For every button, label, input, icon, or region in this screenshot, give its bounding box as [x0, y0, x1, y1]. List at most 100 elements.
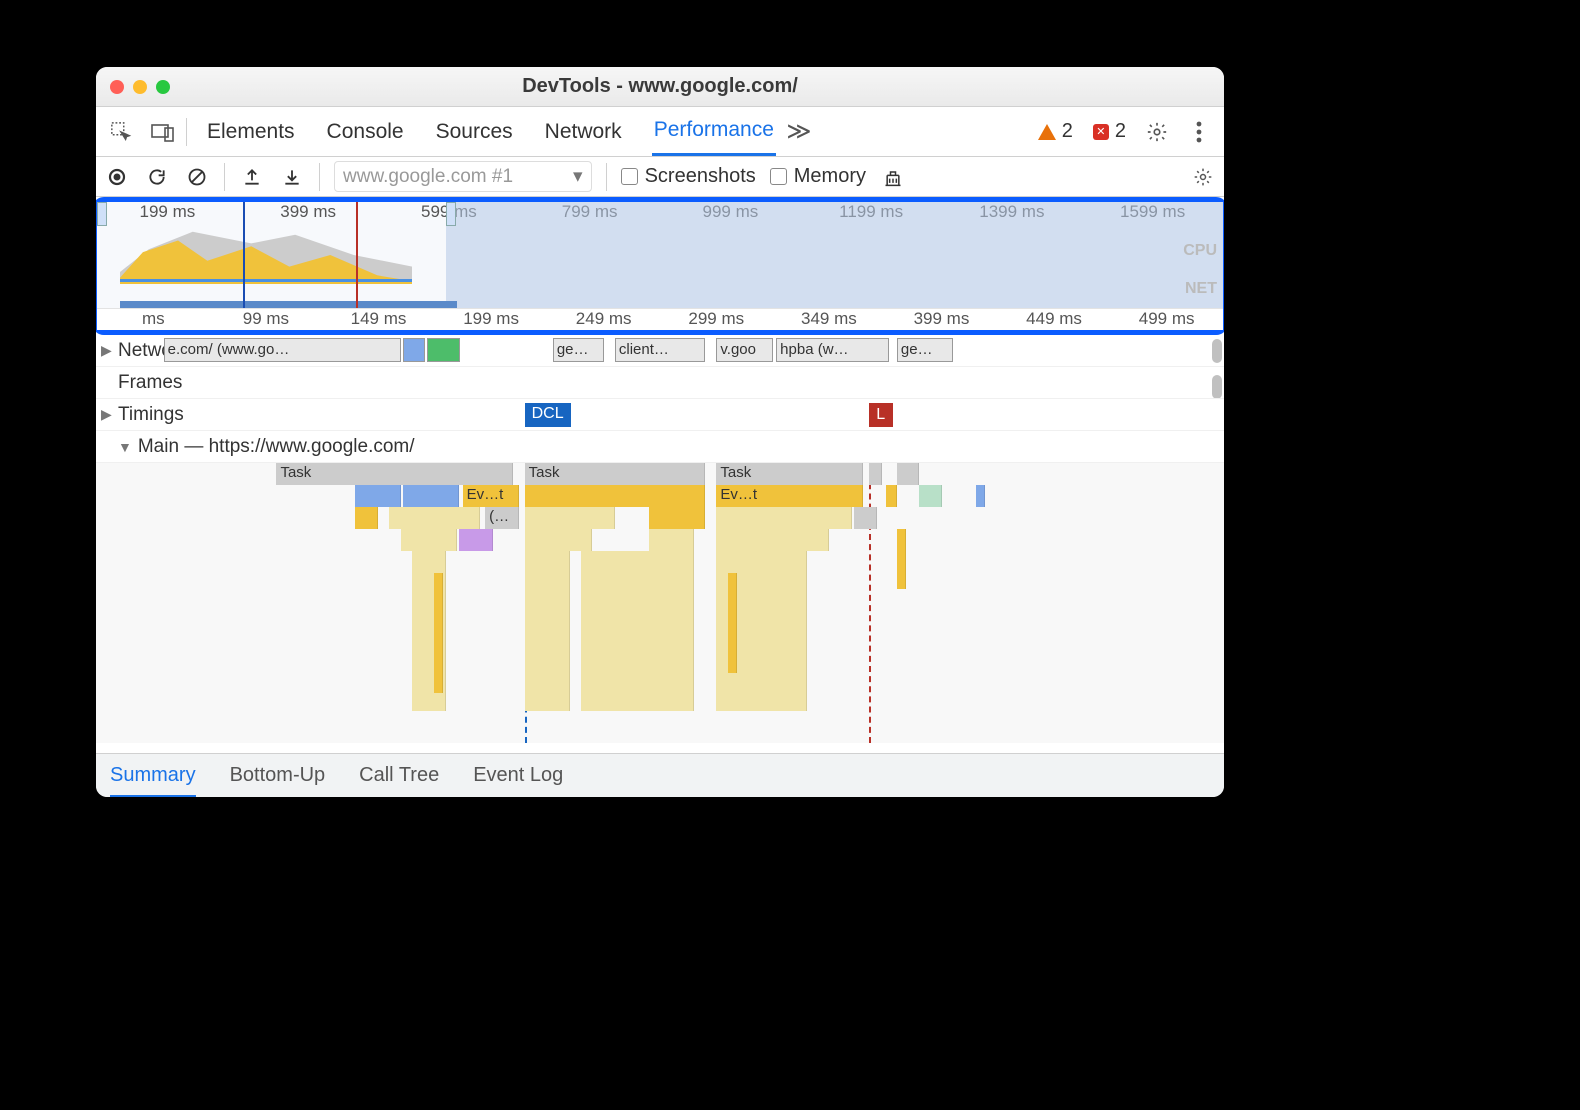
screenshots-checkbox[interactable]: Screenshots: [621, 165, 756, 188]
flame-bar[interactable]: [401, 529, 457, 551]
tab-network[interactable]: Network: [543, 107, 624, 156]
flame-task[interactable]: Task: [716, 463, 863, 485]
flame-bar[interactable]: [525, 507, 615, 529]
frames-track-header[interactable]: Frames: [96, 367, 1224, 399]
separator: [319, 163, 320, 191]
overview-right-handle[interactable]: [446, 202, 456, 226]
flame-bar[interactable]: [649, 507, 705, 529]
capture-settings-gear-icon[interactable]: [1190, 164, 1216, 190]
tab-elements[interactable]: Elements: [205, 107, 297, 156]
zoom-window-button[interactable]: [156, 80, 170, 94]
settings-gear-icon[interactable]: [1138, 113, 1176, 151]
flame-bar[interactable]: [716, 529, 829, 551]
main-label: Main — https://www.google.com/: [138, 436, 415, 458]
timings-track-header[interactable]: ▶ Timings DCL L: [96, 399, 1224, 431]
memory-checkbox[interactable]: Memory: [770, 165, 866, 188]
network-request-bar[interactable]: ge…: [897, 338, 953, 362]
flame-task[interactable]: Task: [525, 463, 705, 485]
net-label: NET: [1185, 280, 1217, 298]
tab-event-log[interactable]: Event Log: [473, 764, 563, 787]
timeline-overview-highlight: 199 ms 399 ms 599 ms 799 ms 999 ms 1199 …: [96, 197, 1224, 335]
reload-record-button[interactable]: [144, 164, 170, 190]
network-request-bar[interactable]: [403, 338, 426, 362]
flame-stack[interactable]: [434, 573, 443, 693]
recording-selector[interactable]: www.google.com #1 ▾: [334, 161, 592, 192]
separator: [224, 163, 225, 191]
network-request-bar[interactable]: hpba (w…: [776, 338, 889, 362]
titlebar: DevTools - www.google.com/: [96, 67, 1224, 107]
errors-badge[interactable]: ✕ 2: [1093, 120, 1126, 143]
more-tabs-icon[interactable]: ≫: [780, 113, 818, 151]
flame-bar[interactable]: [854, 507, 877, 529]
close-window-button[interactable]: [110, 80, 124, 94]
upload-profile-icon[interactable]: [239, 164, 265, 190]
flame-bar[interactable]: [716, 507, 851, 529]
details-tabbar: Summary Bottom-Up Call Tree Event Log: [96, 753, 1224, 797]
separator: [186, 118, 187, 146]
separator: [606, 163, 607, 191]
net-overview-bar: [120, 301, 458, 308]
tracks-area[interactable]: ▶ Network e.com/ (www.go…ge…client…v.goo…: [96, 335, 1224, 743]
tab-performance[interactable]: Performance: [652, 107, 776, 156]
main-thread-header[interactable]: ▼ Main — https://www.google.com/: [96, 431, 1224, 463]
network-track-header[interactable]: ▶ Network e.com/ (www.go…ge…client…v.goo…: [96, 335, 1224, 367]
flame-stack[interactable]: [581, 551, 694, 711]
flame-stack[interactable]: [897, 529, 906, 589]
checkbox-icon: [621, 168, 638, 185]
record-button[interactable]: [104, 164, 130, 190]
cpu-overview-chart: [120, 226, 413, 284]
network-request-bar[interactable]: e.com/ (www.go…: [164, 338, 401, 362]
inspect-element-icon[interactable]: [102, 113, 140, 151]
flame-bar[interactable]: [886, 485, 897, 507]
flame-stack[interactable]: [728, 573, 737, 673]
flame-bar[interactable]: [459, 529, 493, 551]
flame-event[interactable]: Ev…t: [463, 485, 519, 507]
load-vline: [869, 463, 871, 743]
expand-toggle-icon[interactable]: ▶: [101, 406, 112, 423]
flame-bar[interactable]: [525, 529, 593, 551]
flame-task[interactable]: [869, 463, 883, 485]
flame-bar[interactable]: (…: [485, 507, 519, 529]
network-request-bar[interactable]: client…: [615, 338, 705, 362]
download-profile-icon[interactable]: [279, 164, 305, 190]
minimize-window-button[interactable]: [133, 80, 147, 94]
warnings-count: 2: [1062, 120, 1073, 143]
flame-bar[interactable]: [355, 507, 378, 529]
flame-event[interactable]: [525, 485, 705, 507]
device-toolbar-icon[interactable]: [144, 113, 182, 151]
load-marker-line: [356, 202, 358, 310]
network-bars: e.com/ (www.go… ge… client… v.goohpba (w… ge…: [96, 335, 1224, 366]
flame-bar[interactable]: [403, 485, 459, 507]
flame-task[interactable]: Task: [276, 463, 513, 485]
tab-console[interactable]: Console: [325, 107, 406, 156]
tab-bottom-up[interactable]: Bottom-Up: [230, 764, 326, 787]
garbage-collect-icon[interactable]: [880, 164, 906, 190]
flame-task[interactable]: [897, 463, 920, 485]
tab-summary[interactable]: Summary: [110, 764, 196, 797]
kebab-menu-icon[interactable]: [1180, 113, 1218, 151]
warnings-badge[interactable]: 2: [1038, 120, 1073, 143]
tab-call-tree[interactable]: Call Tree: [359, 764, 439, 787]
dcl-marker[interactable]: DCL: [525, 403, 571, 427]
flame-bar[interactable]: [355, 485, 400, 507]
devtools-window: DevTools - www.google.com/ Elements Cons…: [96, 67, 1224, 797]
flame-chart[interactable]: Task Task Task Ev…t Ev…t (…: [96, 463, 1224, 743]
network-request-bar[interactable]: v.goo: [716, 338, 772, 362]
timeline-overview[interactable]: 199 ms 399 ms 599 ms 799 ms 999 ms 1199 …: [97, 202, 1223, 330]
network-request-bar[interactable]: [427, 338, 461, 362]
expand-toggle-icon[interactable]: ▼: [118, 439, 132, 455]
flame-bar[interactable]: [919, 485, 942, 507]
perf-toolbar: www.google.com #1 ▾ Screenshots Memory: [96, 157, 1224, 197]
flame-bar[interactable]: [976, 485, 985, 507]
load-marker[interactable]: L: [869, 403, 893, 427]
overview-left-handle[interactable]: [97, 202, 107, 226]
flame-stack[interactable]: [525, 551, 570, 711]
zoomed-ruler: ms 99 ms 149 ms 199 ms 249 ms 299 ms 349…: [97, 308, 1223, 330]
tab-sources[interactable]: Sources: [434, 107, 515, 156]
flame-event[interactable]: Ev…t: [716, 485, 863, 507]
flame-bar[interactable]: [649, 529, 694, 551]
clear-button[interactable]: [184, 164, 210, 190]
flame-bar[interactable]: [389, 507, 479, 529]
network-request-bar[interactable]: ge…: [553, 338, 604, 362]
errors-count: 2: [1115, 120, 1126, 143]
